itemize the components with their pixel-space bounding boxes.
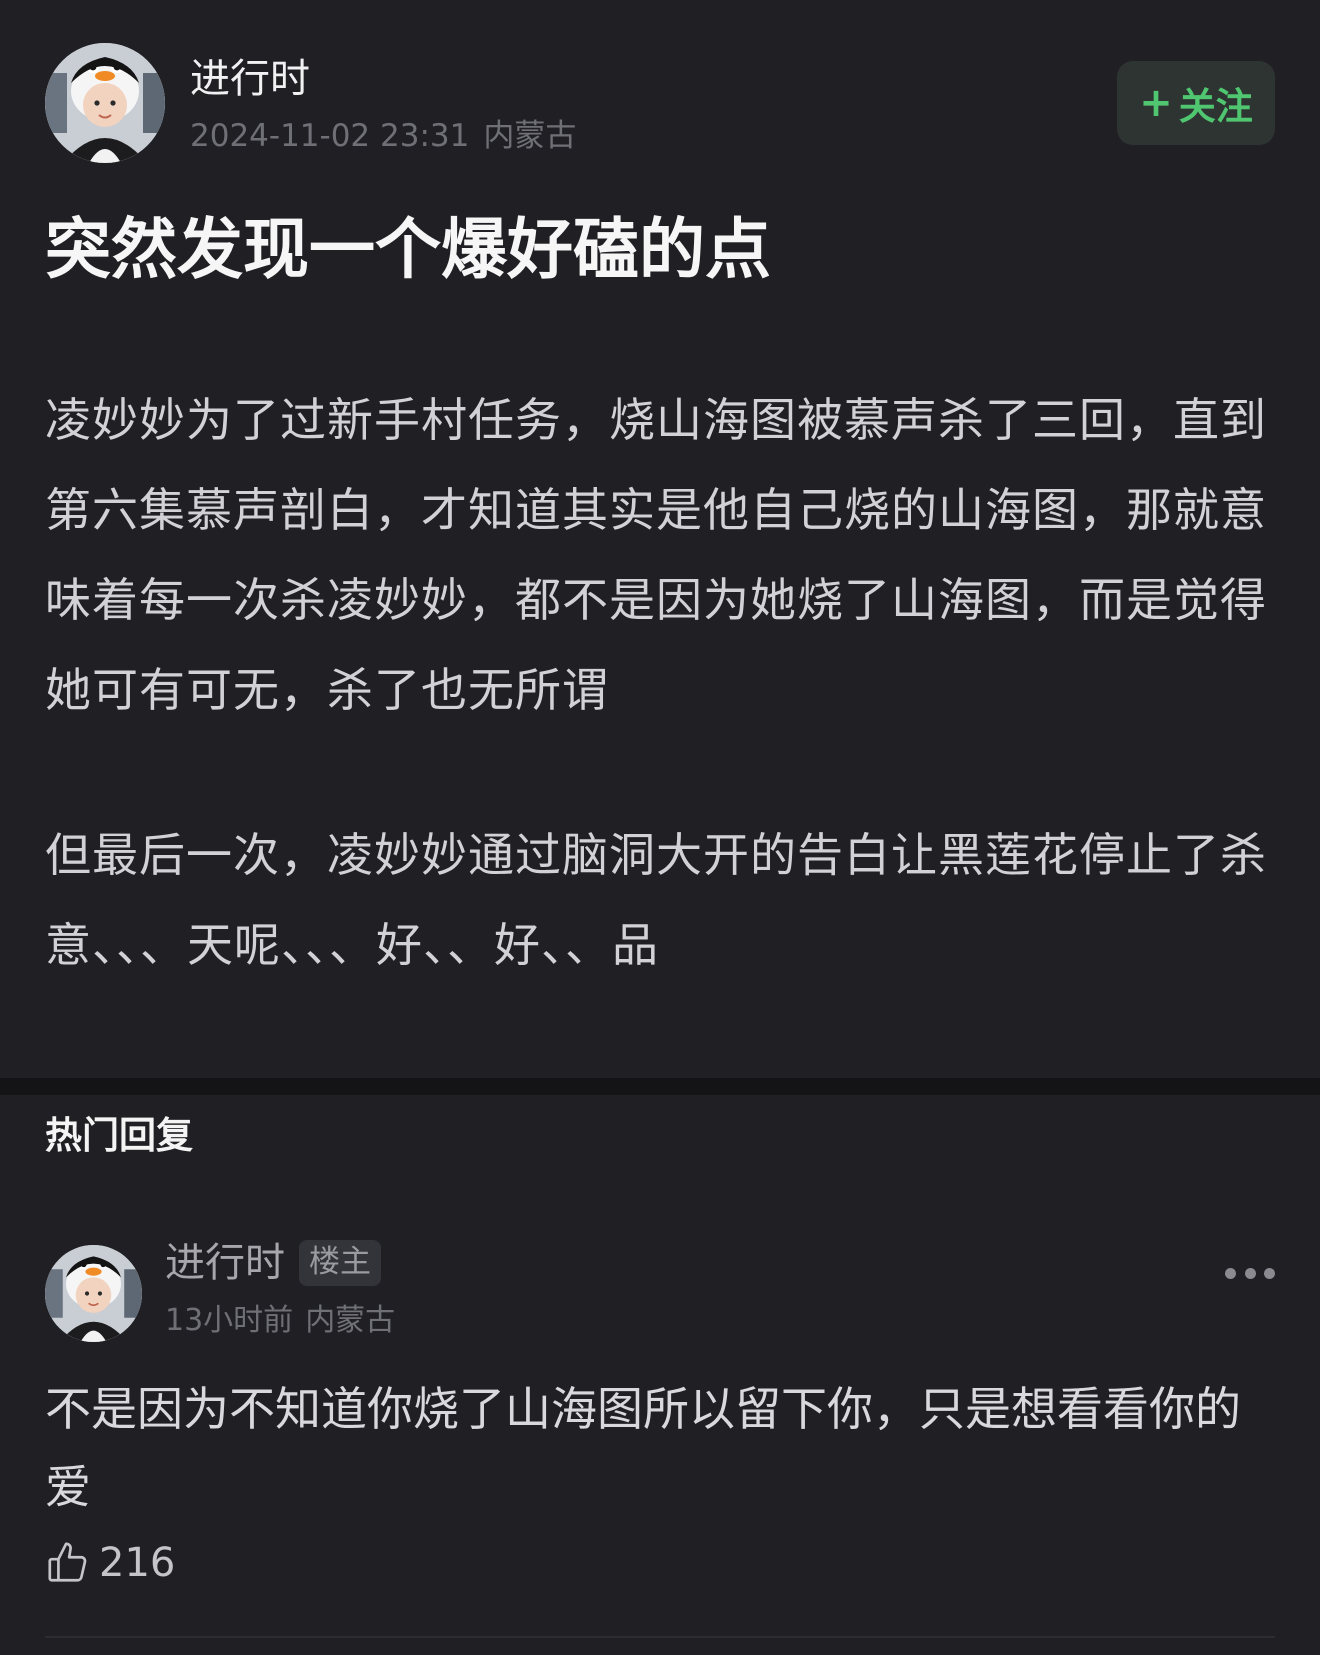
thumbs-up-icon: [48, 1542, 87, 1582]
author-avatar[interactable]: [45, 43, 165, 163]
post-location: 内蒙古: [483, 118, 577, 154]
post-header: 进行时 2024-11-02 23:31 内蒙古 + 关注: [45, 43, 1275, 163]
reply-author-avatar[interactable]: [45, 1245, 142, 1342]
reply-content: 不是因为不知道你烧了山海图所以留下你，只是想看看你的爱: [45, 1382, 1241, 1514]
reply-location: 内蒙古: [305, 1303, 396, 1338]
plus-icon: +: [1139, 80, 1173, 126]
penguin-hat-avatar-image: [45, 43, 165, 163]
penguin-hat-avatar-image: [45, 1245, 142, 1342]
section-divider: [0, 1078, 1320, 1095]
follow-label: 关注: [1178, 85, 1253, 128]
follow-button[interactable]: + 关注: [1117, 61, 1275, 145]
reply-author-name[interactable]: 进行时: [165, 1239, 285, 1287]
like-count: 216: [99, 1540, 176, 1586]
post-timestamp: 2024-11-02 23:31: [190, 118, 470, 154]
reply-time: 13小时前: [165, 1303, 294, 1338]
reply-meta: 13小时前 内蒙古: [165, 1303, 395, 1339]
post-detail-page: 进行时 2024-11-02 23:31 内蒙古 + 关注 突然发现一个爆好磕的点…: [0, 0, 1320, 1655]
like-button[interactable]: 216: [45, 1540, 175, 1586]
op-badge: 楼主: [299, 1240, 381, 1286]
hot-replies-title: 热门回复: [45, 1114, 193, 1157]
reply-divider: [45, 1636, 1275, 1638]
post-paragraph: 凌妙妙为了过新手村任务，烧山海图被慕声杀了三回，直到第六集慕声剖白，才知道其实是…: [45, 393, 1267, 717]
reply-author-row: 进行时 楼主: [165, 1239, 381, 1287]
author-name[interactable]: 进行时: [190, 55, 310, 103]
post-title: 突然发现一个爆好磕的点: [45, 211, 771, 288]
post-paragraph: 但最后一次，凌妙妙通过脑洞大开的告白让黑莲花停止了杀意、、、天呢、、、好、、好、…: [45, 828, 1267, 972]
more-dots-icon[interactable]: [1225, 1261, 1275, 1285]
post-meta: 2024-11-02 23:31 内蒙古: [190, 118, 576, 155]
post-body: 凌妙妙为了过新手村任务，烧山海图被慕声杀了三回，直到第六集慕声剖白，才知道其实是…: [45, 375, 1277, 990]
